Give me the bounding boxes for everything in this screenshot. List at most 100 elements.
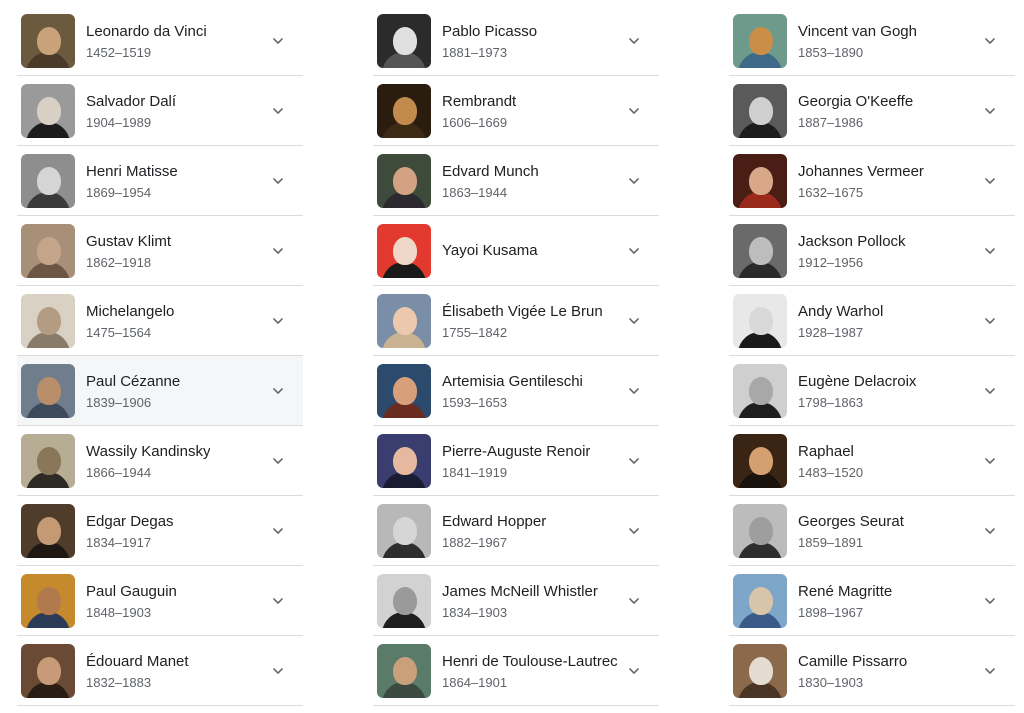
artist-lifespan: 1483–1520 [798,465,864,480]
artist-lifespan: 1755–1842 [442,325,508,340]
chevron-down-icon[interactable] [271,174,285,188]
artist-name: Michelangelo [86,303,175,320]
chevron-down-icon[interactable] [627,594,641,608]
chevron-down-icon[interactable] [627,664,641,678]
chevron-down-icon[interactable] [983,594,997,608]
portrait-face-shape [37,27,61,55]
artist-name: Wassily Kandinsky [86,443,211,460]
portrait-face-shape [393,447,417,475]
chevron-down-icon[interactable] [627,384,641,398]
chevron-down-icon[interactable] [983,384,997,398]
artist-list-item[interactable]: Vincent van Gogh 1853–1890 [729,6,1015,76]
chevron-down-icon[interactable] [983,174,997,188]
artist-list-item[interactable]: Georgia O'Keeffe 1887–1986 [729,76,1015,146]
artist-list-item[interactable]: René Magritte 1898–1967 [729,566,1015,636]
artist-list-item[interactable]: Édouard Manet 1832–1883 [17,636,303,706]
artist-portrait-thumbnail [21,154,75,208]
artist-name: Edgar Degas [86,513,174,530]
chevron-down-icon[interactable] [983,314,997,328]
chevron-down-icon[interactable] [983,664,997,678]
chevron-down-icon[interactable] [271,104,285,118]
artist-list-item[interactable]: Andy Warhol 1928–1987 [729,286,1015,356]
artist-lifespan: 1853–1890 [798,45,864,60]
artist-portrait-thumbnail [733,84,787,138]
artist-list-item[interactable]: Michelangelo 1475–1564 [17,286,303,356]
portrait-face-shape [749,97,773,125]
artist-list-item[interactable]: Rembrandt 1606–1669 [373,76,659,146]
chevron-down-icon[interactable] [271,384,285,398]
artist-lifespan: 1475–1564 [86,325,152,340]
artist-list-item[interactable]: Pablo Picasso 1881–1973 [373,6,659,76]
portrait-face-shape [37,97,61,125]
portrait-face-shape [749,587,773,615]
artist-lifespan: 1862–1918 [86,255,152,270]
chevron-down-icon[interactable] [627,454,641,468]
chevron-down-icon[interactable] [271,594,285,608]
artist-name: Henri Matisse [86,163,178,180]
chevron-down-icon[interactable] [627,34,641,48]
portrait-face-shape [37,517,61,545]
artist-list-item[interactable]: Camille Pissarro 1830–1903 [729,636,1015,706]
artist-list-item[interactable]: Jackson Pollock 1912–1956 [729,216,1015,286]
artist-list-item[interactable]: Gustav Klimt 1862–1918 [17,216,303,286]
chevron-down-icon[interactable] [271,454,285,468]
chevron-down-icon[interactable] [983,524,997,538]
artist-lifespan: 1834–1903 [442,605,508,620]
chevron-down-icon[interactable] [271,34,285,48]
artist-list-item[interactable]: Henri de Toulouse-Lautrec 1864–1901 [373,636,659,706]
chevron-down-icon[interactable] [627,244,641,258]
artist-list-item[interactable]: Edgar Degas 1834–1917 [17,496,303,566]
chevron-down-icon[interactable] [627,314,641,328]
artist-name: James McNeill Whistler [442,583,598,600]
artist-list-item[interactable]: Salvador Dalí 1904–1989 [17,76,303,146]
artist-list-item[interactable]: Johannes Vermeer 1632–1675 [729,146,1015,216]
chevron-down-icon[interactable] [983,454,997,468]
artist-list-item[interactable]: Artemisia Gentileschi 1593–1653 [373,356,659,426]
artist-portrait-thumbnail [21,224,75,278]
chevron-down-icon[interactable] [271,314,285,328]
artist-portrait-thumbnail [733,294,787,348]
artist-name: Pablo Picasso [442,23,538,40]
artist-portrait-thumbnail [21,574,75,628]
artist-name: Artemisia Gentileschi [442,373,583,390]
portrait-face-shape [393,307,417,335]
artist-list-item[interactable]: James McNeill Whistler 1834–1903 [373,566,659,636]
artist-lifespan: 1863–1944 [442,185,508,200]
portrait-face-shape [393,377,417,405]
artist-portrait-thumbnail [377,154,431,208]
artist-list-item[interactable]: Raphael 1483–1520 [729,426,1015,496]
artist-list-item[interactable]: Yayoi Kusama [373,216,659,286]
artist-list-item[interactable]: Pierre-Auguste Renoir 1841–1919 [373,426,659,496]
artist-lifespan: 1841–1919 [442,465,508,480]
artist-lifespan: 1904–1989 [86,115,152,130]
artist-portrait-thumbnail [21,364,75,418]
portrait-face-shape [749,237,773,265]
artist-list-item[interactable]: Paul Gauguin 1848–1903 [17,566,303,636]
artist-list-item[interactable]: Wassily Kandinsky 1866–1944 [17,426,303,496]
chevron-down-icon[interactable] [627,524,641,538]
portrait-face-shape [37,377,61,405]
artist-list-item[interactable]: Leonardo da Vinci 1452–1519 [17,6,303,76]
chevron-down-icon[interactable] [983,104,997,118]
artist-portrait-thumbnail [377,224,431,278]
artist-list-item[interactable]: Élisabeth Vigée Le Brun 1755–1842 [373,286,659,356]
artist-list-item[interactable]: Paul Cézanne 1839–1906 [17,356,303,426]
chevron-down-icon[interactable] [627,104,641,118]
artist-lifespan: 1864–1901 [442,675,508,690]
artist-list-item[interactable]: Georges Seurat 1859–1891 [729,496,1015,566]
artist-portrait-thumbnail [733,154,787,208]
chevron-down-icon[interactable] [983,244,997,258]
chevron-down-icon[interactable] [627,174,641,188]
chevron-down-icon[interactable] [271,244,285,258]
artist-list-item[interactable]: Edvard Munch 1863–1944 [373,146,659,216]
artist-name: Edward Hopper [442,513,547,530]
portrait-face-shape [393,27,417,55]
artist-lifespan: 1632–1675 [798,185,864,200]
artist-list-item[interactable]: Henri Matisse 1869–1954 [17,146,303,216]
artist-list-item[interactable]: Edward Hopper 1882–1967 [373,496,659,566]
chevron-down-icon[interactable] [983,34,997,48]
chevron-down-icon[interactable] [271,524,285,538]
artist-list-item[interactable]: Eugène Delacroix 1798–1863 [729,356,1015,426]
artist-portrait-thumbnail [733,644,787,698]
chevron-down-icon[interactable] [271,664,285,678]
